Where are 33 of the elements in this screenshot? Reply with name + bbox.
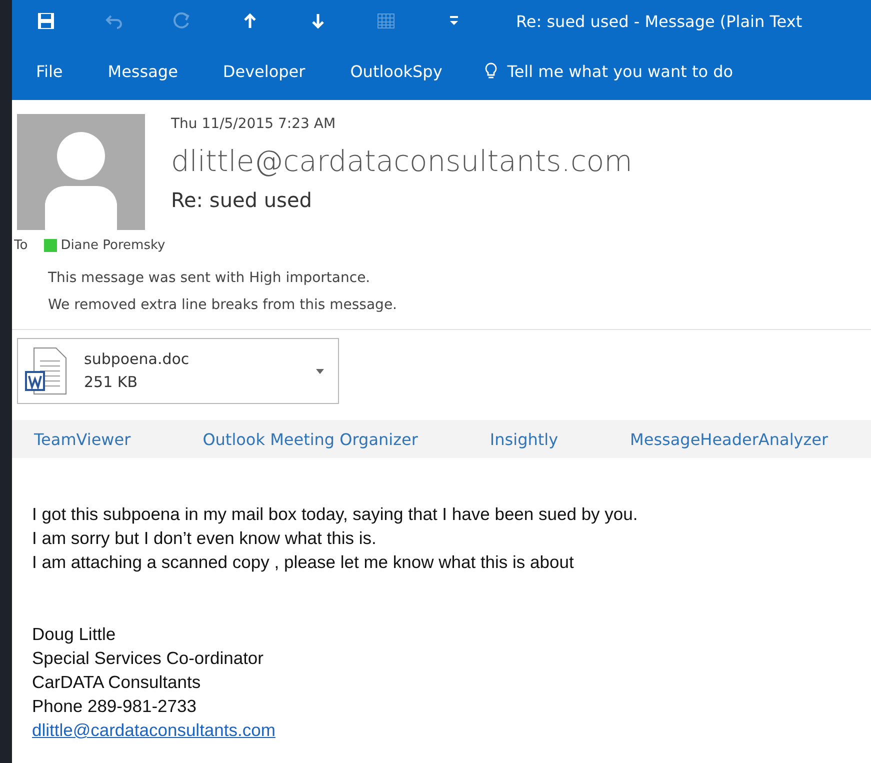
body-text-line: I am attaching a scanned copy , please let me know what this is about: [32, 551, 575, 574]
ribbon-tab[interactable]: OutlookSpy: [340, 58, 452, 84]
caret-icon: [316, 368, 324, 374]
lightbulb-icon: [483, 62, 500, 80]
ribbon-tab[interactable]: File: [26, 58, 73, 84]
ribbon-tab[interactable]: Developer: [212, 58, 316, 84]
addin-link[interactable]: Outlook Meeting Organizer: [202, 430, 418, 448]
sender-address: dlittle@cardataconsultants.com: [171, 144, 634, 178]
down-arrow-icon[interactable]: [309, 12, 327, 30]
tell-me-search[interactable]: Tell me what you want to do: [477, 58, 740, 84]
message-subject: Re: sued used: [171, 188, 313, 212]
email-link[interactable]: dlittle@cardataconsultants.com: [32, 720, 276, 740]
signature-line: CarDATA Consultants: [32, 671, 202, 694]
save-icon[interactable]: [37, 12, 55, 30]
recipient-name[interactable]: Diane Poremsky: [60, 238, 166, 253]
body-text-line: I got this subpoena in my mail box today, saying that I have been sued by you.: [32, 503, 639, 526]
signature-line: Special Services Co-ordinator: [32, 647, 264, 670]
signature-line: Phone 289-981-2733: [32, 695, 198, 718]
info-message: This message was sent with High importance.: [48, 269, 372, 288]
info-message: We removed extra line breaks from this message.: [48, 296, 398, 315]
body-text-line: I am sorry but I don’t even know what this is.: [32, 527, 378, 550]
signature-line: Doug Little: [32, 623, 117, 646]
addin-link[interactable]: Insightly: [490, 430, 558, 448]
sent-date: Thu 11/5/2015 7:23 AM: [171, 116, 337, 132]
attachment-name: subpoena.doc: [84, 349, 190, 370]
window-title: Re: sued used - Message (Plain Text: [516, 12, 802, 30]
ribbon-tab[interactable]: Message: [98, 58, 188, 84]
to-label: To: [14, 238, 28, 253]
addin-link[interactable]: MessageHeaderAnalyzer: [630, 430, 828, 448]
addin-link[interactable]: TeamViewer: [34, 430, 131, 448]
word-document-icon: [24, 347, 68, 395]
attachment-size: 251 KB: [84, 372, 139, 393]
attachment-card[interactable]: subpoena.doc 251 KB: [17, 338, 339, 404]
